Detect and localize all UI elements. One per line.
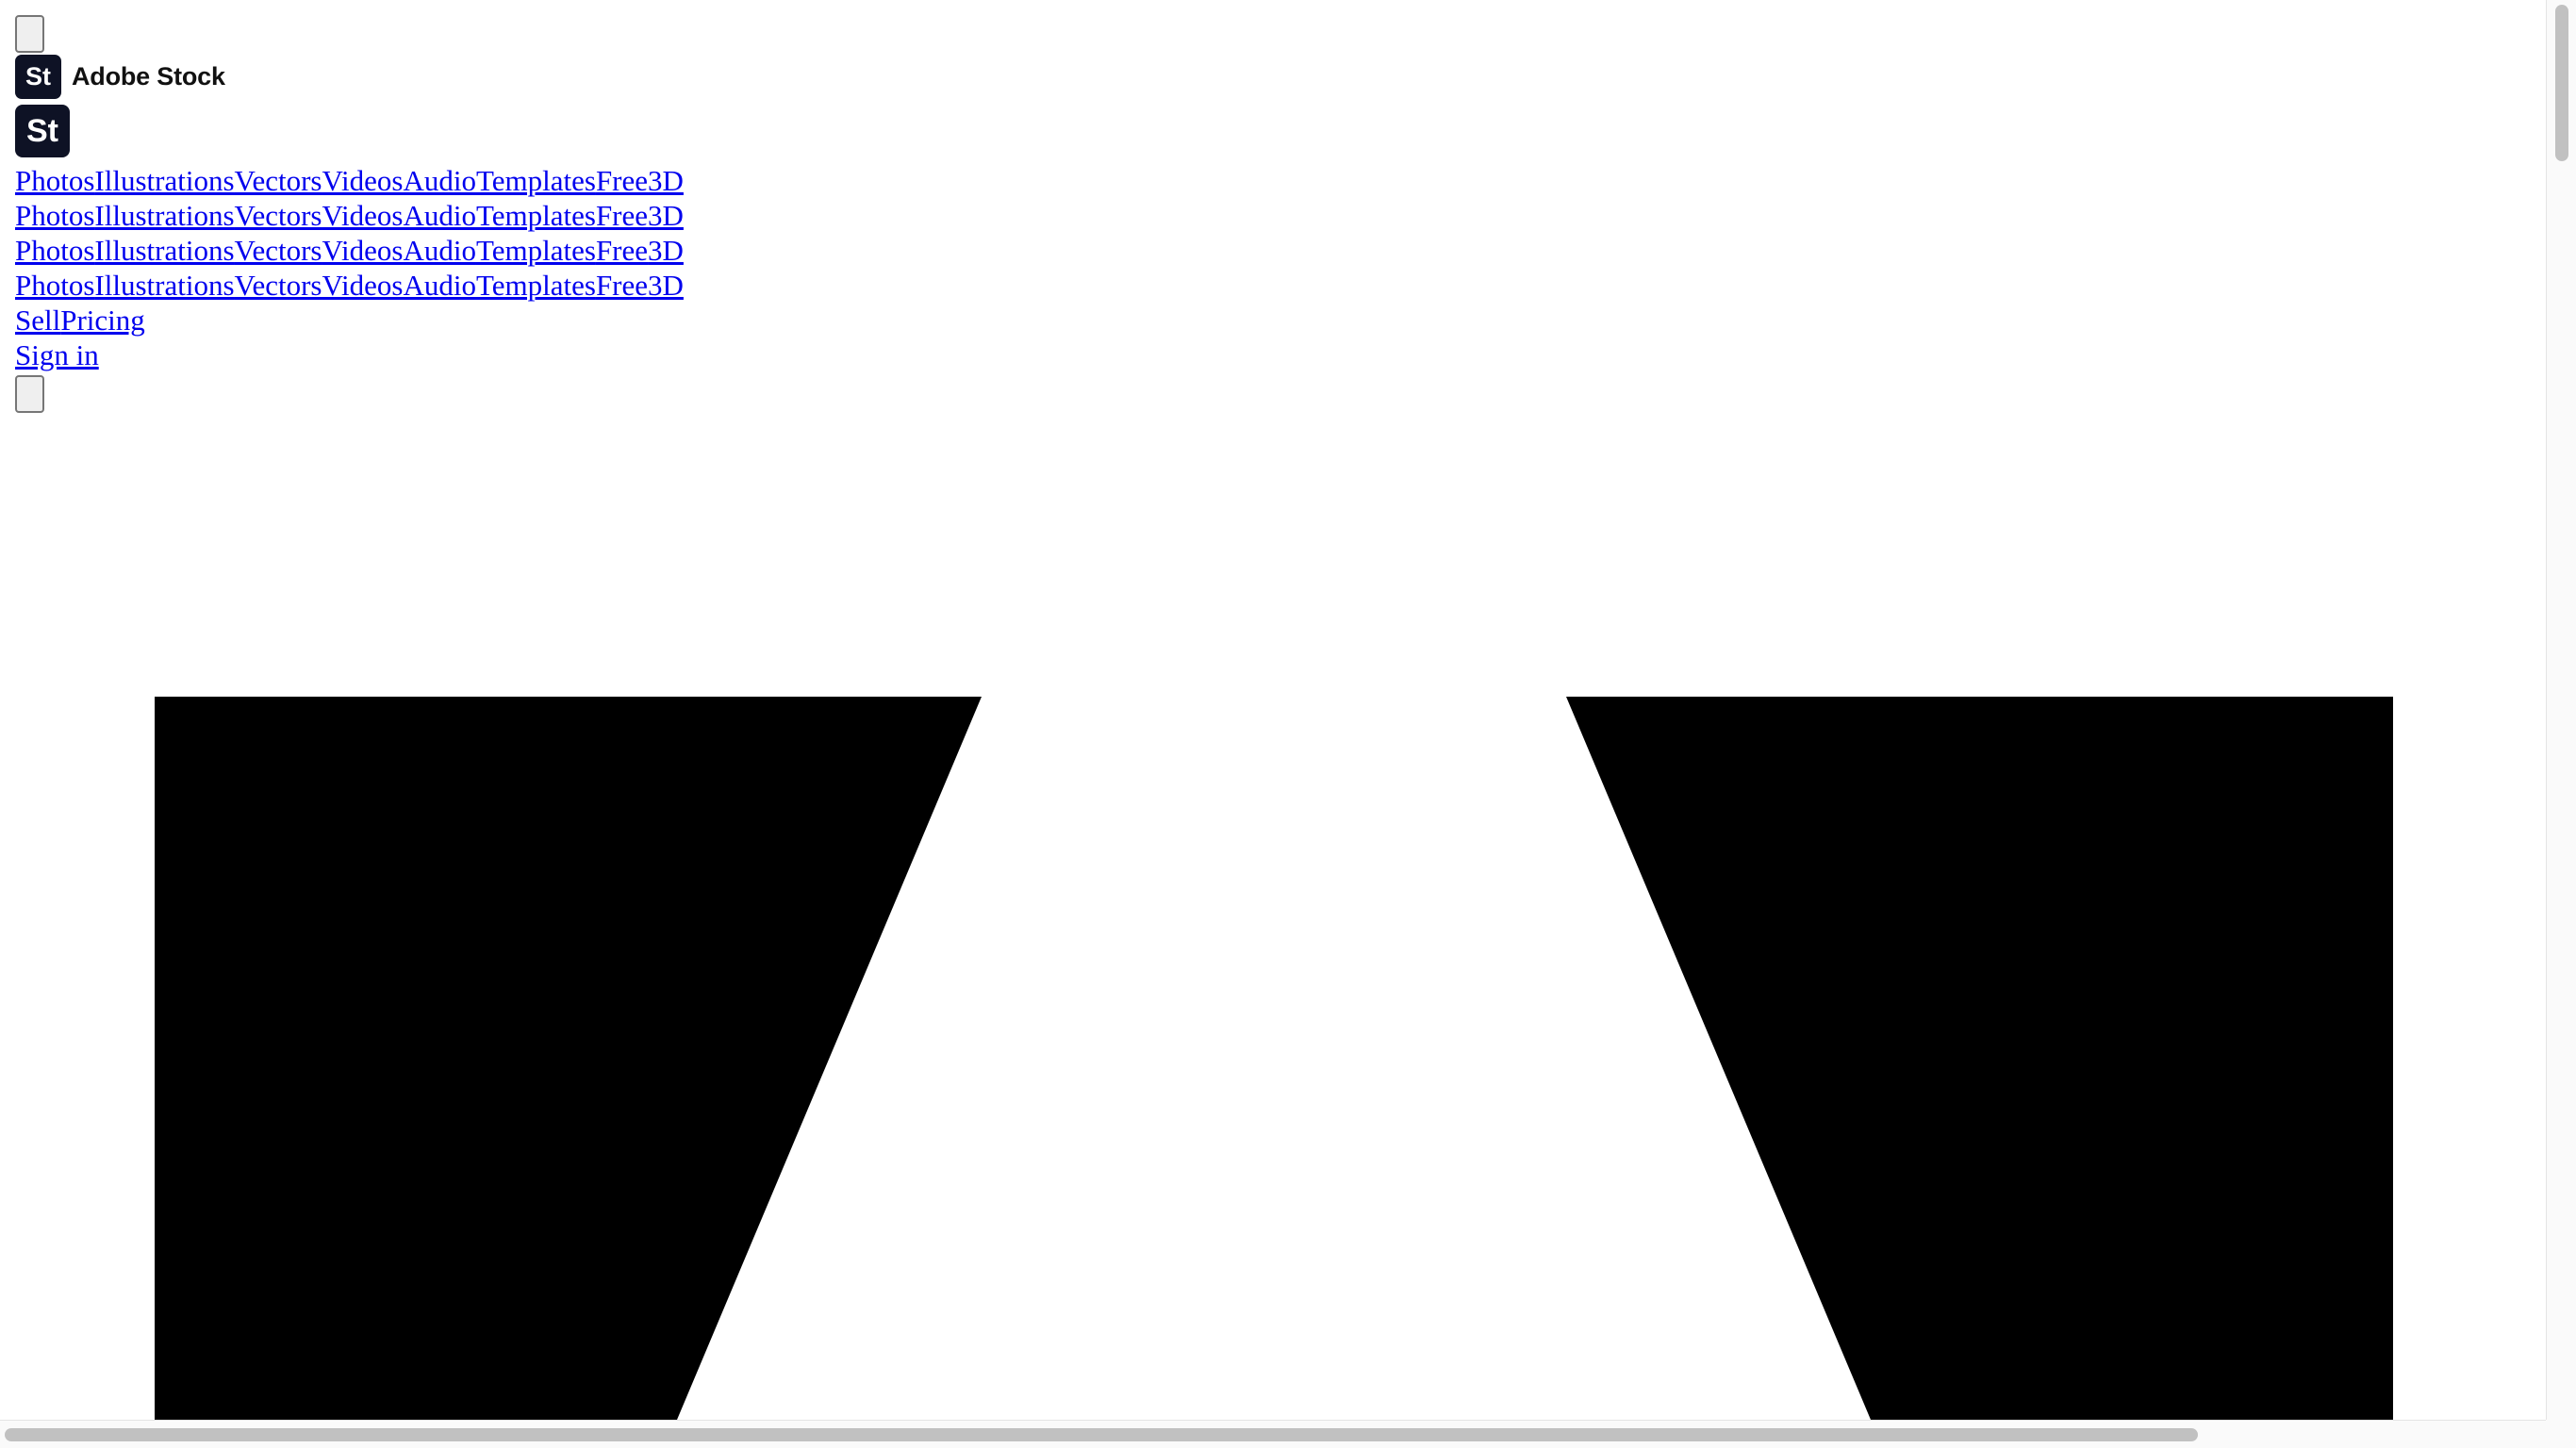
nav-link-templates[interactable]: Templates	[476, 234, 596, 267]
content-type-nav-row: PhotosIllustrationsVectorsVideosAudioTem…	[15, 233, 684, 268]
nav-link-3d[interactable]: 3D	[648, 234, 684, 267]
page-viewport: St Adobe Stock St PhotosIllustrationsVec…	[0, 0, 2546, 1420]
nav-link-free[interactable]: Free	[596, 199, 648, 232]
hero-image	[155, 697, 2393, 1420]
nav-link-videos[interactable]: Videos	[322, 234, 404, 267]
hero-graphic	[155, 697, 2393, 1420]
nav-link-free[interactable]: Free	[596, 269, 648, 302]
nav-link-audio[interactable]: Audio	[403, 269, 476, 302]
brand-name: Adobe Stock	[72, 62, 225, 90]
adobe-stock-logo-icon: St	[15, 55, 61, 99]
nav-link-3d[interactable]: 3D	[648, 164, 684, 197]
nav-link-photos[interactable]: Photos	[15, 269, 94, 302]
nav-link-photos[interactable]: Photos	[15, 234, 94, 267]
nav-link-templates[interactable]: Templates	[476, 269, 596, 302]
nav-link-videos[interactable]: Videos	[322, 269, 404, 302]
horizontal-scrollbar-thumb[interactable]	[5, 1428, 2198, 1441]
sign-in-row: Sign in	[15, 337, 684, 372]
nav-link-videos[interactable]: Videos	[322, 199, 404, 232]
nav-link-audio[interactable]: Audio	[403, 164, 476, 197]
nav-link-illustrations[interactable]: Illustrations	[94, 199, 234, 232]
nav-link-templates[interactable]: Templates	[476, 164, 596, 197]
nav-link-vectors[interactable]: Vectors	[235, 199, 322, 232]
pricing-link[interactable]: Pricing	[60, 304, 145, 337]
nav-link-free[interactable]: Free	[596, 234, 648, 267]
nav-link-audio[interactable]: Audio	[403, 199, 476, 232]
content-type-nav-row: PhotosIllustrationsVectorsVideosAudioTem…	[15, 163, 684, 198]
content-type-nav-row: PhotosIllustrationsVectorsVideosAudioTem…	[15, 268, 684, 303]
nav-link-3d[interactable]: 3D	[648, 269, 684, 302]
nav-link-photos[interactable]: Photos	[15, 199, 94, 232]
account-menu-button[interactable]	[15, 375, 44, 413]
sell-link[interactable]: Sell	[15, 304, 60, 337]
nav-link-illustrations[interactable]: Illustrations	[94, 234, 234, 267]
sign-in-link[interactable]: Sign in	[15, 338, 99, 371]
scrollbar-corner	[2546, 1420, 2576, 1448]
nav-link-audio[interactable]: Audio	[403, 234, 476, 267]
nav-link-vectors[interactable]: Vectors	[235, 234, 322, 267]
nav-link-illustrations[interactable]: Illustrations	[94, 164, 234, 197]
page-content: St Adobe Stock St PhotosIllustrationsVec…	[15, 15, 684, 413]
vertical-scrollbar[interactable]	[2546, 0, 2576, 1420]
horizontal-scrollbar[interactable]	[0, 1420, 2546, 1448]
adobe-stock-app-icon[interactable]: St	[15, 105, 70, 157]
nav-link-3d[interactable]: 3D	[648, 199, 684, 232]
nav-link-vectors[interactable]: Vectors	[235, 164, 322, 197]
hero-left-shape	[155, 697, 982, 1420]
brand-lockup[interactable]: St Adobe Stock	[15, 55, 684, 99]
vertical-scrollbar-thumb[interactable]	[2555, 5, 2568, 161]
nav-link-free[interactable]: Free	[596, 164, 648, 197]
nav-link-photos[interactable]: Photos	[15, 164, 94, 197]
nav-link-videos[interactable]: Videos	[322, 164, 404, 197]
hero-right-shape	[1566, 697, 2393, 1420]
nav-link-illustrations[interactable]: Illustrations	[94, 269, 234, 302]
content-type-nav: PhotosIllustrationsVectorsVideosAudioTem…	[15, 163, 684, 303]
nav-link-vectors[interactable]: Vectors	[235, 269, 322, 302]
menu-toggle-button[interactable]	[15, 15, 44, 53]
secondary-nav: SellPricing	[15, 303, 684, 337]
content-type-nav-row: PhotosIllustrationsVectorsVideosAudioTem…	[15, 198, 684, 233]
nav-link-templates[interactable]: Templates	[476, 199, 596, 232]
